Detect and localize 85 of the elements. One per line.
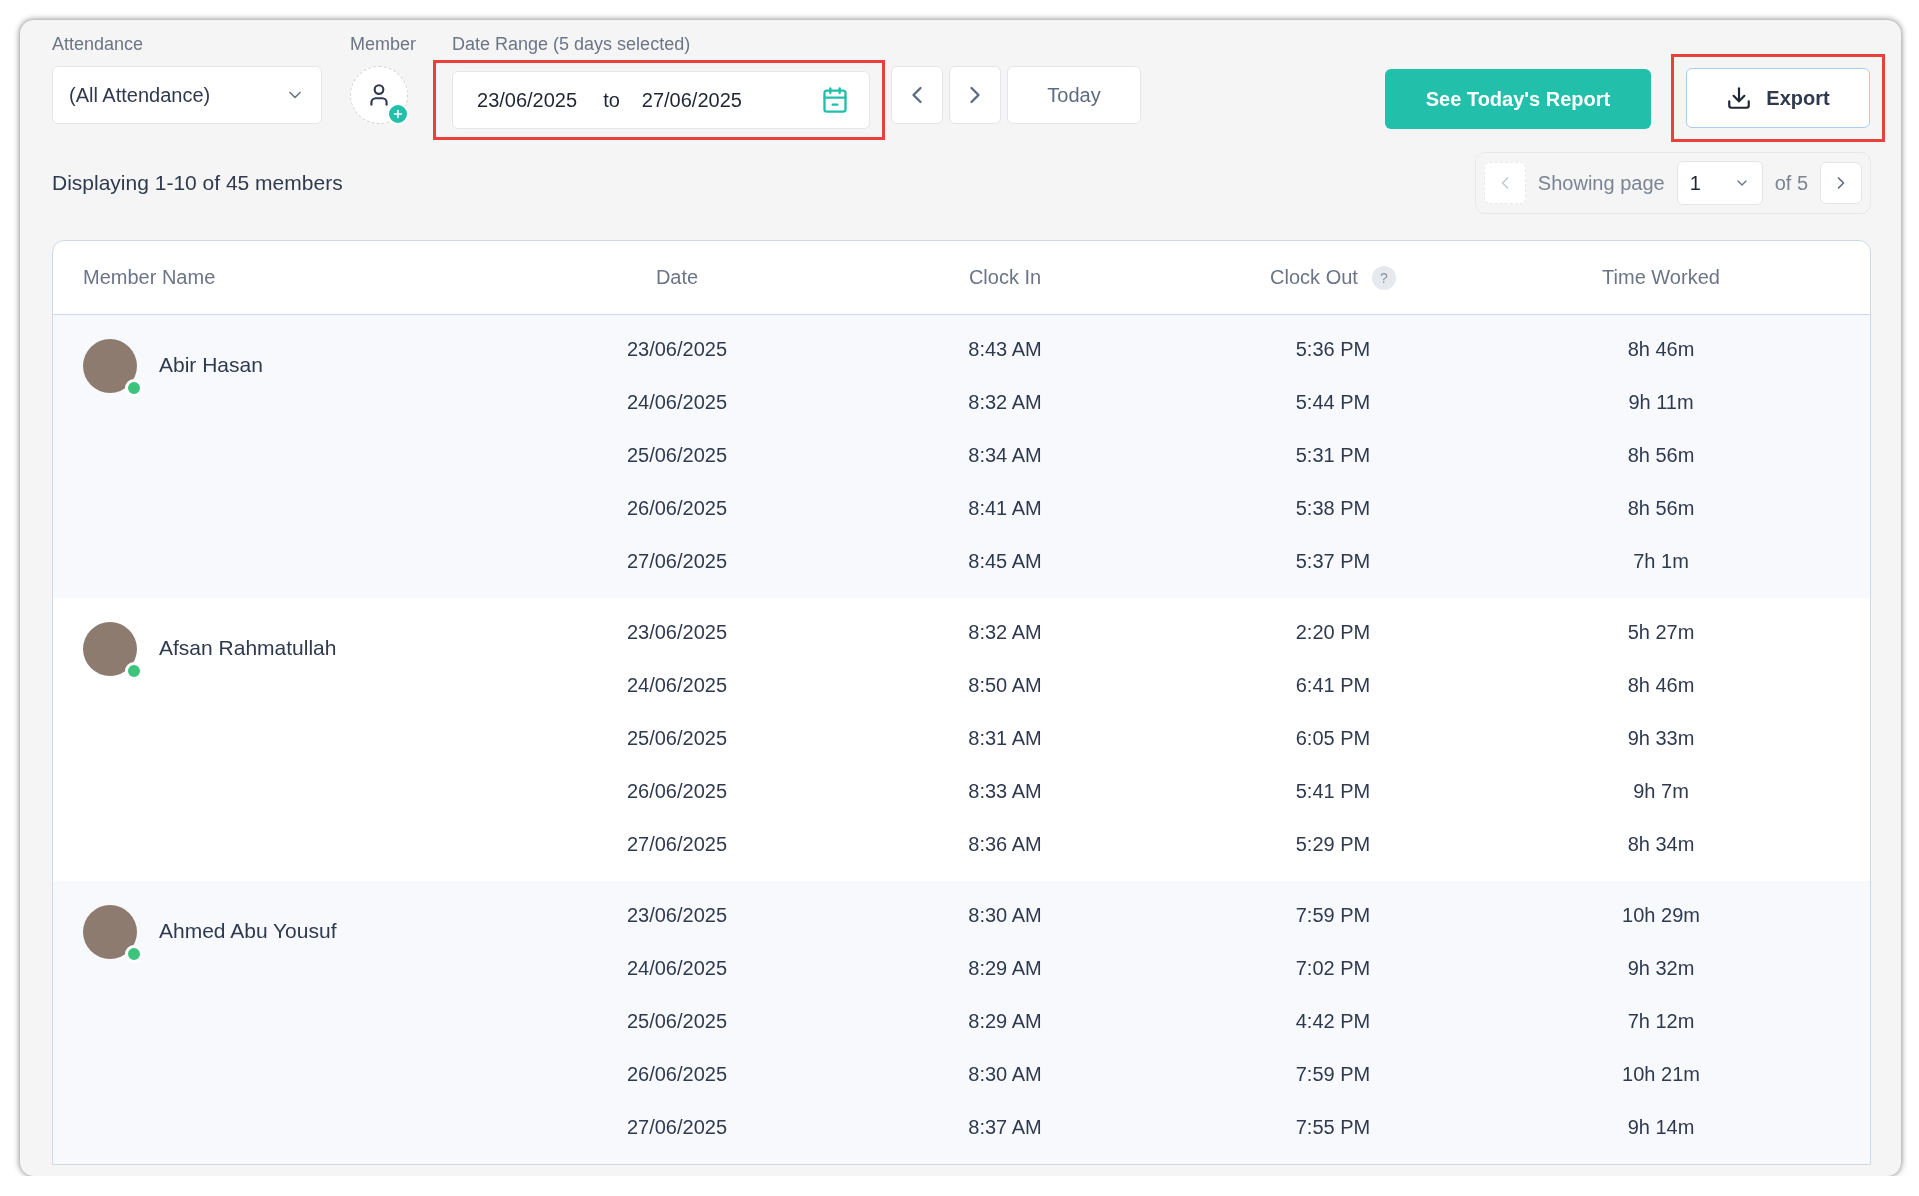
table-cell-text: 8:32 AM bbox=[967, 621, 1043, 644]
summary-text: Displaying 1-10 of 45 members bbox=[52, 171, 343, 195]
previous-button[interactable] bbox=[891, 66, 943, 124]
column-header: Date bbox=[655, 266, 699, 289]
table-cell-text: 9h 14m bbox=[1626, 1116, 1696, 1139]
table-cell-text: 25/06/2025 bbox=[625, 727, 729, 750]
table-cell-text: 23/06/2025 bbox=[625, 904, 729, 927]
field-label: Date Range (5 days selected) bbox=[452, 34, 692, 56]
column-header: Clock Out bbox=[1270, 266, 1358, 289]
pagination-label: Showing page bbox=[1537, 171, 1665, 195]
table-cell-text: 5:31 PM bbox=[1294, 444, 1372, 467]
table-cell-text: 8:34 AM bbox=[967, 444, 1043, 467]
member-name: Abir Hasan bbox=[159, 353, 263, 377]
pagination-label: of 5 bbox=[1774, 171, 1808, 195]
table-cell-text: 23/06/2025 bbox=[625, 621, 729, 644]
table-cell-text: 5:29 PM bbox=[1294, 833, 1372, 856]
table-cell-text: 7:02 PM bbox=[1294, 957, 1372, 980]
field-label: Member bbox=[350, 34, 416, 56]
table-cell-text: 24/06/2025 bbox=[625, 674, 729, 697]
calendar-icon bbox=[821, 86, 849, 114]
table-cell-text: 8:31 AM bbox=[967, 727, 1043, 750]
table-cell-text: 8h 56m bbox=[1626, 497, 1696, 520]
member-name: Ahmed Abu Yousuf bbox=[159, 919, 337, 943]
table-cell-text: 9h 11m bbox=[1627, 391, 1695, 414]
table-cell-text: 8:33 AM bbox=[967, 780, 1043, 803]
table-cell-text: 8:41 AM bbox=[967, 497, 1043, 520]
table-cell-text: 8:50 AM bbox=[967, 674, 1043, 697]
table-cell-text: 8:45 AM bbox=[967, 550, 1043, 573]
column-header: Member Name bbox=[83, 266, 216, 289]
table-cell-text: 7:55 PM bbox=[1294, 1116, 1372, 1139]
table-cell-text: 7h 1m bbox=[1632, 550, 1690, 573]
table-cell-text: 7:59 PM bbox=[1294, 1063, 1372, 1086]
page-select[interactable]: 1 bbox=[1676, 161, 1763, 205]
table-cell-text: 27/06/2025 bbox=[625, 1116, 729, 1139]
table-cell-text: 8:43 AM bbox=[967, 338, 1043, 361]
next-page-button[interactable] bbox=[1820, 162, 1862, 204]
table-cell-text: 5:37 PM bbox=[1294, 550, 1372, 573]
download-icon bbox=[1726, 85, 1753, 111]
table-cell-text: 2:20 PM bbox=[1294, 621, 1372, 644]
table-cell-text: 26/06/2025 bbox=[625, 1063, 729, 1086]
table-cell-text: 24/06/2025 bbox=[625, 391, 729, 414]
table-cell-text: 8:29 AM bbox=[967, 957, 1043, 980]
table-cell-text: 8h 34m bbox=[1626, 833, 1696, 856]
table-cell-text: 23/06/2025 bbox=[625, 338, 729, 361]
table-cell-text: 8:37 AM bbox=[967, 1116, 1043, 1139]
next-button[interactable] bbox=[949, 66, 1001, 124]
plus-icon bbox=[387, 103, 409, 125]
table-cell-text: 6:41 PM bbox=[1294, 674, 1372, 697]
table-cell-text: 5h 27m bbox=[1626, 621, 1696, 644]
table-cell-text: 25/06/2025 bbox=[625, 1010, 729, 1033]
table-cell-text: 5:41 PM bbox=[1294, 780, 1372, 803]
table-cell-text: 27/06/2025 bbox=[625, 833, 729, 856]
table-cell-text: 9h 32m bbox=[1626, 957, 1696, 980]
table-cell-text: 8h 56m bbox=[1626, 444, 1696, 467]
table-cell-text: 7h 12m bbox=[1626, 1010, 1696, 1033]
table-cell-text: 8:30 AM bbox=[967, 1063, 1043, 1086]
table-cell-text: 8h 46m bbox=[1626, 674, 1696, 697]
table-cell-text: 9h 33m bbox=[1626, 727, 1696, 750]
column-header: Clock In bbox=[968, 266, 1042, 289]
table-cell-text: 5:36 PM bbox=[1294, 338, 1372, 361]
table-cell-text: 7:59 PM bbox=[1294, 904, 1372, 927]
table-cell-text: 6:05 PM bbox=[1294, 727, 1372, 750]
table-cell-text: 9h 7m bbox=[1632, 780, 1690, 803]
field-label: Attendance bbox=[52, 34, 145, 56]
table-cell-text: 26/06/2025 bbox=[625, 497, 729, 520]
table-cell-text: 10h 29m bbox=[1621, 904, 1701, 927]
table-cell-text: 24/06/2025 bbox=[625, 957, 729, 980]
table-cell-text: 26/06/2025 bbox=[625, 780, 729, 803]
today-button[interactable]: Today bbox=[1007, 66, 1141, 124]
attendance-select[interactable]: (All Attendance) bbox=[52, 66, 322, 124]
table-cell-text: 10h 21m bbox=[1621, 1063, 1701, 1086]
column-header: Time Worked bbox=[1602, 266, 1720, 289]
date-range-field[interactable]: 23/06/2025 to 27/06/2025 bbox=[452, 71, 870, 129]
table-cell-text: 8:29 AM bbox=[967, 1010, 1043, 1033]
table-cell-text: 5:38 PM bbox=[1294, 497, 1372, 520]
table-cell-text: 5:44 PM bbox=[1294, 391, 1372, 414]
table-cell-text: 8:30 AM bbox=[967, 904, 1043, 927]
table-cell-text: 8h 46m bbox=[1626, 338, 1696, 361]
table-cell-text: 8:36 AM bbox=[967, 833, 1043, 856]
table-cell-text: 27/06/2025 bbox=[625, 550, 729, 573]
member-name: Afsan Rahmatullah bbox=[159, 636, 337, 660]
table-cell-text: 4:42 PM bbox=[1294, 1010, 1372, 1033]
export-button[interactable]: Export bbox=[1686, 68, 1870, 128]
table-cell-text: 25/06/2025 bbox=[625, 444, 729, 467]
table-cell-text: 8:32 AM bbox=[967, 391, 1043, 414]
